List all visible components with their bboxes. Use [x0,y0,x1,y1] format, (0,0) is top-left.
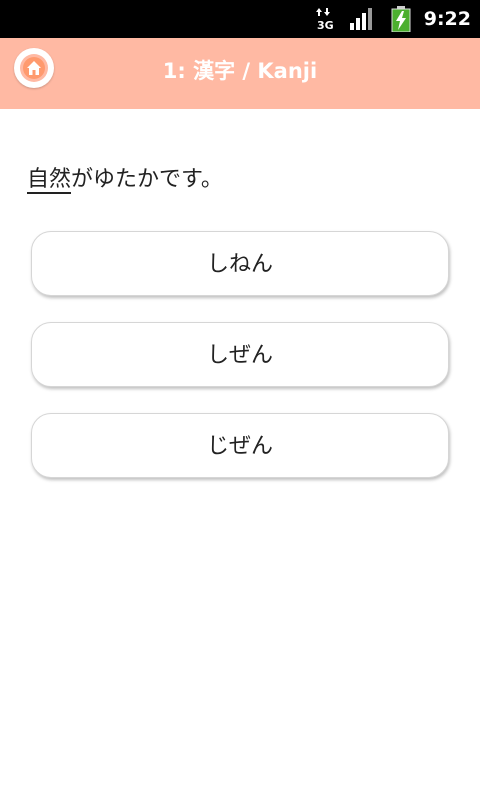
app-screen: 3G 9:22 1: 漢字 / Kanji 自然がゆたかです。 しねん しぜん … [0,0,480,800]
answer-option-1[interactable]: しねん [31,231,449,296]
question-target-word: 自然 [27,167,72,194]
page-title: 1: 漢字 / Kanji [162,59,318,83]
question-rest: がゆたかです。 [71,167,223,192]
clock: 9:22 [423,8,471,30]
status-bar: 3G 9:22 [0,0,480,38]
network-label: 3G [317,19,334,31]
answer-option-2[interactable]: しぜん [31,322,449,387]
network-3g-icon: 3G [316,7,334,32]
question-sentence: 自然がゆたかです。 [27,164,223,196]
battery-charging-icon [391,6,411,33]
signal-icon [350,8,376,30]
answer-option-3[interactable]: じぜん [31,413,449,478]
app-header: 1: 漢字 / Kanji [0,38,480,109]
